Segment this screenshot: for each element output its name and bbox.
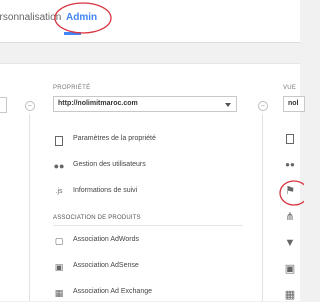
account-select[interactable] <box>0 97 7 113</box>
property-column-divider <box>262 114 263 301</box>
adwords-icon: ▢ <box>54 236 64 246</box>
tab-admin[interactable]: Admin <box>66 12 97 23</box>
admin-content-panel: ⇔ PROPRIÉTÉ http://nolimitmaroc.com Para… <box>0 63 305 301</box>
view-segments-icon[interactable]: ▦ <box>283 289 297 301</box>
property-select-value: http://nolimitmaroc.com <box>58 100 138 107</box>
view-goals-flag-icon[interactable]: ⚑ <box>283 185 297 197</box>
tracking-info-label: Informations de suivi <box>73 187 138 194</box>
adexchange-icon: ▦ <box>54 288 64 298</box>
view-column-label: VUE <box>283 85 297 91</box>
property-settings-label: Paramètres de la propriété <box>73 135 156 142</box>
view-users-icon[interactable]: ●● <box>283 159 297 171</box>
product-association-header: ASSOCIATION DE PRODUITS <box>53 215 141 221</box>
account-to-property-arrow-icon: ⇔ <box>25 101 35 111</box>
view-select-value: nol <box>288 100 299 107</box>
property-select[interactable]: http://nolimitmaroc.com <box>53 96 237 112</box>
account-column-divider <box>29 114 30 301</box>
adwords-label: Association AdWords <box>73 236 140 243</box>
user-management-label: Gestion des utilisateurs <box>73 161 146 168</box>
view-select[interactable]: nol <box>283 96 305 112</box>
view-content-grouping-icon[interactable]: ▣ <box>283 263 297 275</box>
js-icon: .js <box>55 188 63 195</box>
adexchange-label: Association Ad Exchange <box>73 288 152 295</box>
property-to-view-arrow-icon: ⇔ <box>258 101 268 111</box>
active-tab-indicator <box>64 32 81 35</box>
users-icon: ●● <box>53 161 65 171</box>
document-icon <box>53 135 65 146</box>
view-settings-document-icon[interactable] <box>283 133 297 145</box>
property-column-label: PROPRIÉTÉ <box>53 85 91 91</box>
view-filter-icon[interactable]: ▼ <box>283 237 297 249</box>
tab-personnalisation[interactable]: ersonnalisation <box>0 12 61 23</box>
section-separator <box>53 225 243 226</box>
adsense-icon: ▣ <box>54 262 64 272</box>
view-channel-grouping-icon[interactable]: ⋔ <box>283 211 297 223</box>
chevron-down-icon <box>225 103 231 107</box>
adsense-label: Association AdSense <box>73 262 139 269</box>
top-navigation-bar: ersonnalisation Admin <box>0 0 300 43</box>
